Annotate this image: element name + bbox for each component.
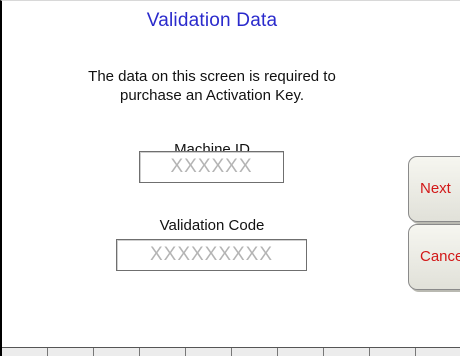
validation-screen: Validation Data The data on this screen … (0, 0, 460, 356)
bottom-bar-button[interactable] (48, 348, 94, 356)
bottom-bar-button[interactable] (278, 348, 324, 356)
instruction-text: The data on this screen is required to p… (2, 67, 422, 105)
instruction-line-2: purchase an Activation Key. (120, 87, 304, 104)
instruction-line-1: The data on this screen is required to (88, 68, 336, 85)
bottom-bar-button[interactable] (2, 348, 48, 356)
bottom-bar-button[interactable] (324, 348, 370, 356)
bottom-bar-button[interactable] (186, 348, 232, 356)
bottom-button-bar (2, 347, 460, 356)
bottom-bar-button[interactable] (370, 348, 416, 356)
bottom-bar-button[interactable] (232, 348, 278, 356)
next-button[interactable]: Next (408, 156, 460, 222)
bottom-bar-button[interactable] (416, 348, 460, 356)
bottom-bar-button[interactable] (94, 348, 140, 356)
page-title: Validation Data (146, 10, 278, 31)
validation-code-label: Validation Code (159, 217, 265, 234)
bottom-bar-button[interactable] (140, 348, 186, 356)
validation-code-field[interactable]: XXXXXXXXX (116, 239, 307, 271)
machine-id-field[interactable]: XXXXXX (139, 151, 284, 183)
cancel-button[interactable]: Cancel (408, 224, 460, 290)
